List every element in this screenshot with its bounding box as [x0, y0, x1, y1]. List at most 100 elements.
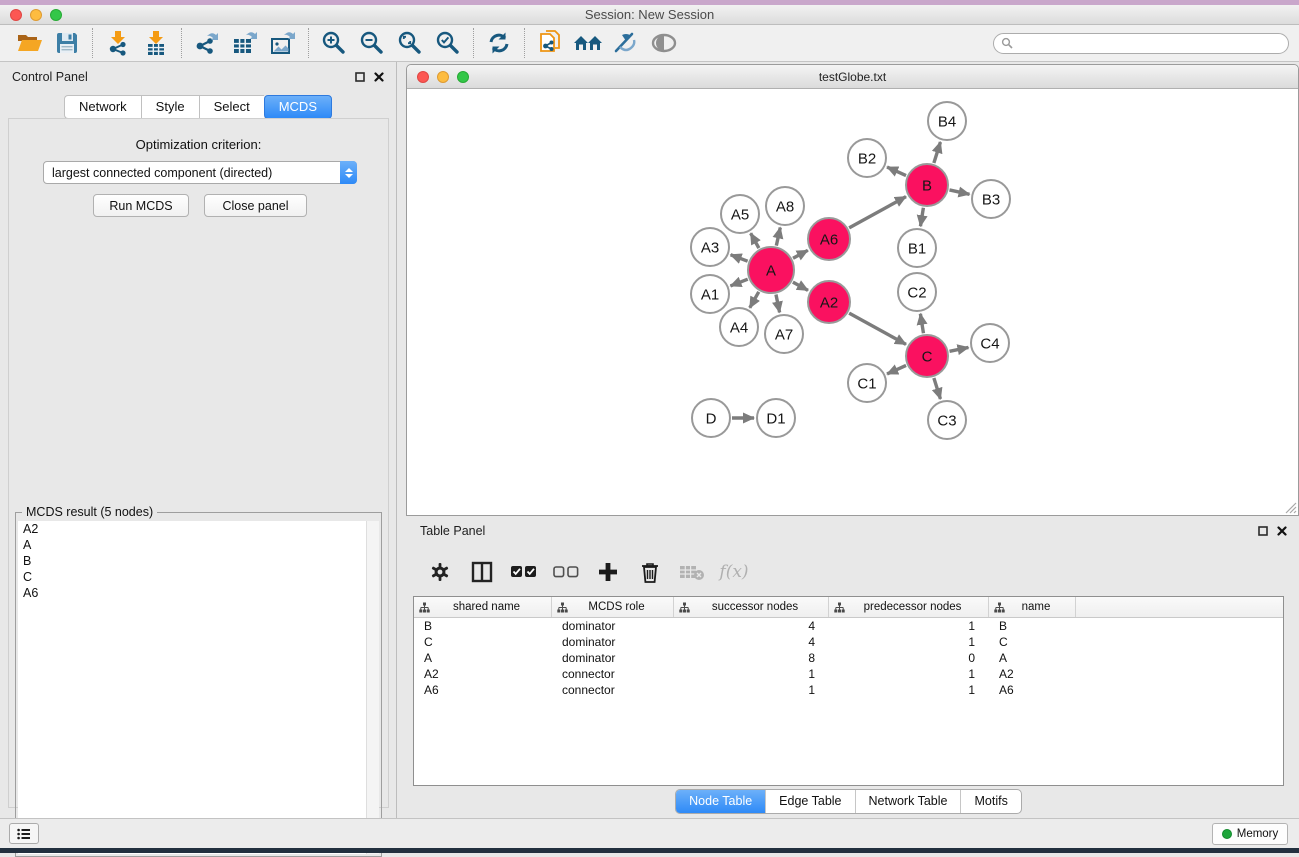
delete-table-icon[interactable]	[675, 557, 709, 587]
export-network-icon[interactable]	[188, 27, 226, 59]
graph-edge-A-A4[interactable]	[750, 292, 759, 308]
resize-grip-icon[interactable]	[1284, 501, 1297, 514]
scrollbar-track[interactable]	[366, 521, 379, 854]
export-image-icon[interactable]	[264, 27, 302, 59]
table-row[interactable]: A2connector11A2	[414, 666, 1283, 682]
column-header-predecessor-nodes[interactable]: predecessor nodes	[829, 597, 989, 617]
task-history-button[interactable]	[9, 823, 39, 844]
graph-edge-A-A3[interactable]	[731, 255, 748, 261]
save-session-icon[interactable]	[48, 27, 86, 59]
show-hide-icon[interactable]	[645, 27, 683, 59]
graph-node-B4[interactable]: B4	[928, 102, 966, 140]
run-mcds-button[interactable]: Run MCDS	[93, 194, 189, 217]
graph-edge-A6-B[interactable]	[849, 197, 906, 228]
graph-edge-A-A6[interactable]	[793, 250, 808, 258]
graph-edge-B-B3[interactable]	[949, 190, 969, 194]
graph-node-C4[interactable]: C4	[971, 324, 1009, 362]
mcds-result-item[interactable]: A6	[18, 585, 379, 601]
graph-node-B[interactable]: B	[906, 164, 948, 206]
graph-node-C3[interactable]: C3	[928, 401, 966, 439]
zoom-in-icon[interactable]	[315, 27, 353, 59]
criterion-dropdown[interactable]: largest connected component (directed)	[43, 161, 357, 184]
table-row[interactable]: Adominator80A	[414, 650, 1283, 666]
table-settings-icon[interactable]	[423, 557, 457, 587]
graph-node-C2[interactable]: C2	[898, 273, 936, 311]
search-input[interactable]	[1017, 36, 1288, 50]
mcds-result-item[interactable]: B	[18, 553, 379, 569]
column-header-successor-nodes[interactable]: successor nodes	[674, 597, 829, 617]
column-header-MCDS-role[interactable]: MCDS role	[552, 597, 674, 617]
export-table-icon[interactable]	[226, 27, 264, 59]
split-columns-icon[interactable]	[465, 557, 499, 587]
graph-edge-A-A5[interactable]	[751, 233, 759, 248]
tab-node-table[interactable]: Node Table	[676, 790, 766, 813]
graph-edge-C-C1[interactable]	[887, 365, 906, 374]
first-neighbors-icon[interactable]	[569, 27, 607, 59]
table-row[interactable]: A6connector11A6	[414, 682, 1283, 698]
tab-network[interactable]: Network	[64, 95, 141, 119]
network-canvas[interactable]: AA6A2BCA5A8A3A1A4A7B4B2B3B1C2C4C1C3DD1	[407, 89, 1298, 515]
tab-motifs[interactable]: Motifs	[961, 790, 1020, 813]
network-window-titlebar[interactable]: testGlobe.txt	[407, 65, 1298, 89]
tab-style[interactable]: Style	[141, 95, 199, 119]
mcds-result-item[interactable]: A2	[18, 521, 379, 537]
zoom-fit-icon[interactable]	[391, 27, 429, 59]
graph-node-A3[interactable]: A3	[691, 228, 729, 266]
graph-node-D[interactable]: D	[692, 399, 730, 437]
graph-edge-A-A7[interactable]	[776, 294, 780, 312]
tab-select[interactable]: Select	[199, 95, 264, 119]
graph-node-A2[interactable]: A2	[808, 281, 850, 323]
graph-node-A8[interactable]: A8	[766, 187, 804, 225]
tab-mcds[interactable]: MCDS	[264, 95, 332, 119]
graph-edge-A-A2[interactable]	[793, 282, 808, 290]
graph-edge-B-B2[interactable]	[887, 167, 906, 176]
add-column-icon[interactable]	[591, 557, 625, 587]
graph-edge-A2-C[interactable]	[849, 313, 906, 344]
memory-button[interactable]: Memory	[1212, 823, 1288, 845]
new-network-from-selection-icon[interactable]	[531, 27, 569, 59]
graph-node-A4[interactable]: A4	[720, 308, 758, 346]
apply-layout-icon[interactable]	[480, 27, 518, 59]
open-session-icon[interactable]	[10, 27, 48, 59]
graph-node-D1[interactable]: D1	[757, 399, 795, 437]
tab-edge-table[interactable]: Edge Table	[766, 790, 855, 813]
float-table-panel-icon[interactable]	[1258, 526, 1268, 536]
graph-node-A6[interactable]: A6	[808, 218, 850, 260]
graph-edge-B-B1[interactable]	[920, 208, 923, 227]
zoom-out-icon[interactable]	[353, 27, 391, 59]
graph-node-A5[interactable]: A5	[721, 195, 759, 233]
graph-node-B2[interactable]: B2	[848, 139, 886, 177]
graph-node-B3[interactable]: B3	[972, 180, 1010, 218]
float-panel-icon[interactable]	[355, 72, 365, 82]
graphics-details-icon[interactable]	[607, 27, 645, 59]
mcds-result-list[interactable]: A2ABCA6	[18, 521, 379, 854]
table-row[interactable]: Bdominator41B	[414, 618, 1283, 634]
tab-network-table[interactable]: Network Table	[856, 790, 962, 813]
search-box[interactable]	[993, 33, 1289, 54]
import-network-icon[interactable]	[99, 27, 137, 59]
column-header-shared-name[interactable]: shared name	[414, 597, 552, 617]
close-table-panel-icon[interactable]	[1277, 526, 1287, 536]
zoom-selected-icon[interactable]	[429, 27, 467, 59]
column-header-name[interactable]: name	[989, 597, 1076, 617]
graph-node-C1[interactable]: C1	[848, 364, 886, 402]
graph-node-C[interactable]: C	[906, 335, 948, 377]
import-table-icon[interactable]	[137, 27, 175, 59]
table-row[interactable]: Cdominator41C	[414, 634, 1283, 650]
mcds-result-item[interactable]: C	[18, 569, 379, 585]
graph-node-A7[interactable]: A7	[765, 315, 803, 353]
graph-edge-B-B4[interactable]	[934, 142, 941, 163]
graph-edge-A-A1[interactable]	[730, 279, 747, 286]
graph-edge-C-C3[interactable]	[934, 378, 941, 399]
graph-edge-A-A8[interactable]	[776, 227, 780, 245]
graph-node-B1[interactable]: B1	[898, 229, 936, 267]
graph-edge-C-C2[interactable]	[920, 314, 923, 334]
deselect-all-checkboxes-icon[interactable]	[549, 557, 583, 587]
mcds-result-item[interactable]: A	[18, 537, 379, 553]
delete-column-icon[interactable]	[633, 557, 667, 587]
graph-node-A[interactable]: A	[748, 247, 794, 293]
close-panel-button[interactable]: Close panel	[204, 194, 307, 217]
function-builder-icon[interactable]: f(x)	[717, 557, 751, 587]
select-all-checkboxes-icon[interactable]	[507, 557, 541, 587]
graph-edge-C-C4[interactable]	[950, 347, 969, 351]
